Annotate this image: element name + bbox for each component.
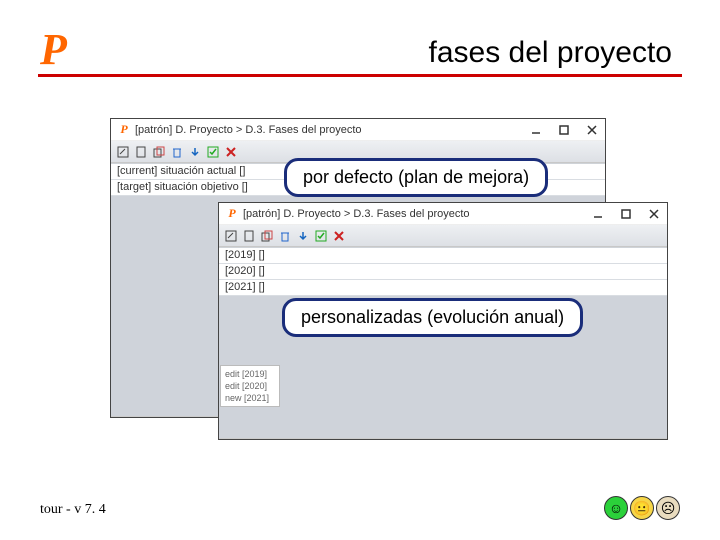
close-action-icon[interactable]: [331, 228, 347, 244]
list-item[interactable]: [2020] []: [219, 264, 667, 280]
minimize-icon[interactable]: [527, 121, 545, 139]
callout-custom-label: personalizadas (evolución anual): [301, 307, 564, 327]
feedback-faces: ☺ 😐 ☹: [604, 496, 680, 520]
face-sad-icon[interactable]: ☹: [656, 496, 680, 520]
page-title: fases del proyecto: [429, 36, 672, 70]
close-action-icon[interactable]: [223, 144, 239, 160]
delete-icon[interactable]: [277, 228, 293, 244]
maximize-icon[interactable]: [555, 121, 573, 139]
face-happy-icon[interactable]: ☺: [604, 496, 628, 520]
minimize-icon[interactable]: [589, 205, 607, 223]
history-row: edit [2019]: [225, 368, 275, 380]
close-icon[interactable]: [645, 205, 663, 223]
app-icon: P: [225, 207, 239, 221]
history-row: new [2021]: [225, 392, 275, 404]
direct-icon[interactable]: [205, 144, 221, 160]
window-front-list: [2019] [] [2020] [] [2021] []: [219, 247, 667, 296]
app-icon: P: [117, 123, 131, 137]
window-front-toolbar: [219, 225, 667, 247]
list-item[interactable]: [2021] []: [219, 280, 667, 296]
app-logo: P: [40, 28, 67, 72]
direct-icon[interactable]: [313, 228, 329, 244]
new-icon[interactable]: [241, 228, 257, 244]
list-item[interactable]: [2019] []: [219, 248, 667, 264]
callout-default-label: por defecto (plan de mejora): [303, 167, 529, 187]
footer-version: tour - v 7. 4: [40, 502, 106, 518]
history-box: edit [2019] edit [2020] new [2021]: [220, 365, 280, 407]
copy-icon[interactable]: [151, 144, 167, 160]
close-icon[interactable]: [583, 121, 601, 139]
callout-custom: personalizadas (evolución anual): [282, 298, 583, 337]
window-front-titlebar[interactable]: P [patrón] D. Proyecto > D.3. Fases del …: [219, 203, 667, 225]
edit-icon[interactable]: [223, 228, 239, 244]
window-back-titlebar[interactable]: P [patrón] D. Proyecto > D.3. Fases del …: [111, 119, 605, 141]
copy-icon[interactable]: [259, 228, 275, 244]
face-neutral-icon[interactable]: 😐: [630, 496, 654, 520]
delete-icon[interactable]: [169, 144, 185, 160]
window-back-title: [patrón] D. Proyecto > D.3. Fases del pr…: [135, 124, 362, 136]
window-front-title: [patrón] D. Proyecto > D.3. Fases del pr…: [243, 208, 470, 220]
edit-icon[interactable]: [115, 144, 131, 160]
history-row: edit [2020]: [225, 380, 275, 392]
header-divider: [38, 74, 682, 77]
maximize-icon[interactable]: [617, 205, 635, 223]
down-icon[interactable]: [295, 228, 311, 244]
callout-default: por defecto (plan de mejora): [284, 158, 548, 197]
new-icon[interactable]: [133, 144, 149, 160]
down-icon[interactable]: [187, 144, 203, 160]
